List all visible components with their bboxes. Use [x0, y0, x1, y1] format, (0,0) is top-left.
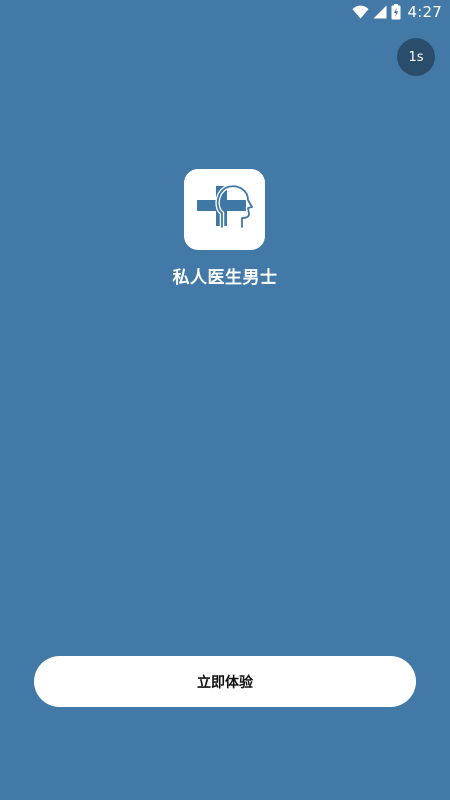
wifi-icon [352, 5, 369, 19]
battery-charging-icon [391, 4, 401, 20]
app-logo [184, 169, 265, 250]
status-clock: 4:27 [407, 3, 442, 21]
countdown-label: 1s [408, 49, 424, 65]
skip-countdown-button[interactable]: 1s [397, 38, 435, 76]
cell-signal-icon [373, 5, 387, 19]
status-bar: 4:27 [0, 0, 450, 24]
start-experience-button[interactable]: 立即体验 [34, 656, 416, 707]
medical-cross-head-icon [195, 183, 255, 237]
app-name: 私人医生男士 [172, 268, 278, 288]
status-icons: 4:27 [352, 2, 442, 22]
